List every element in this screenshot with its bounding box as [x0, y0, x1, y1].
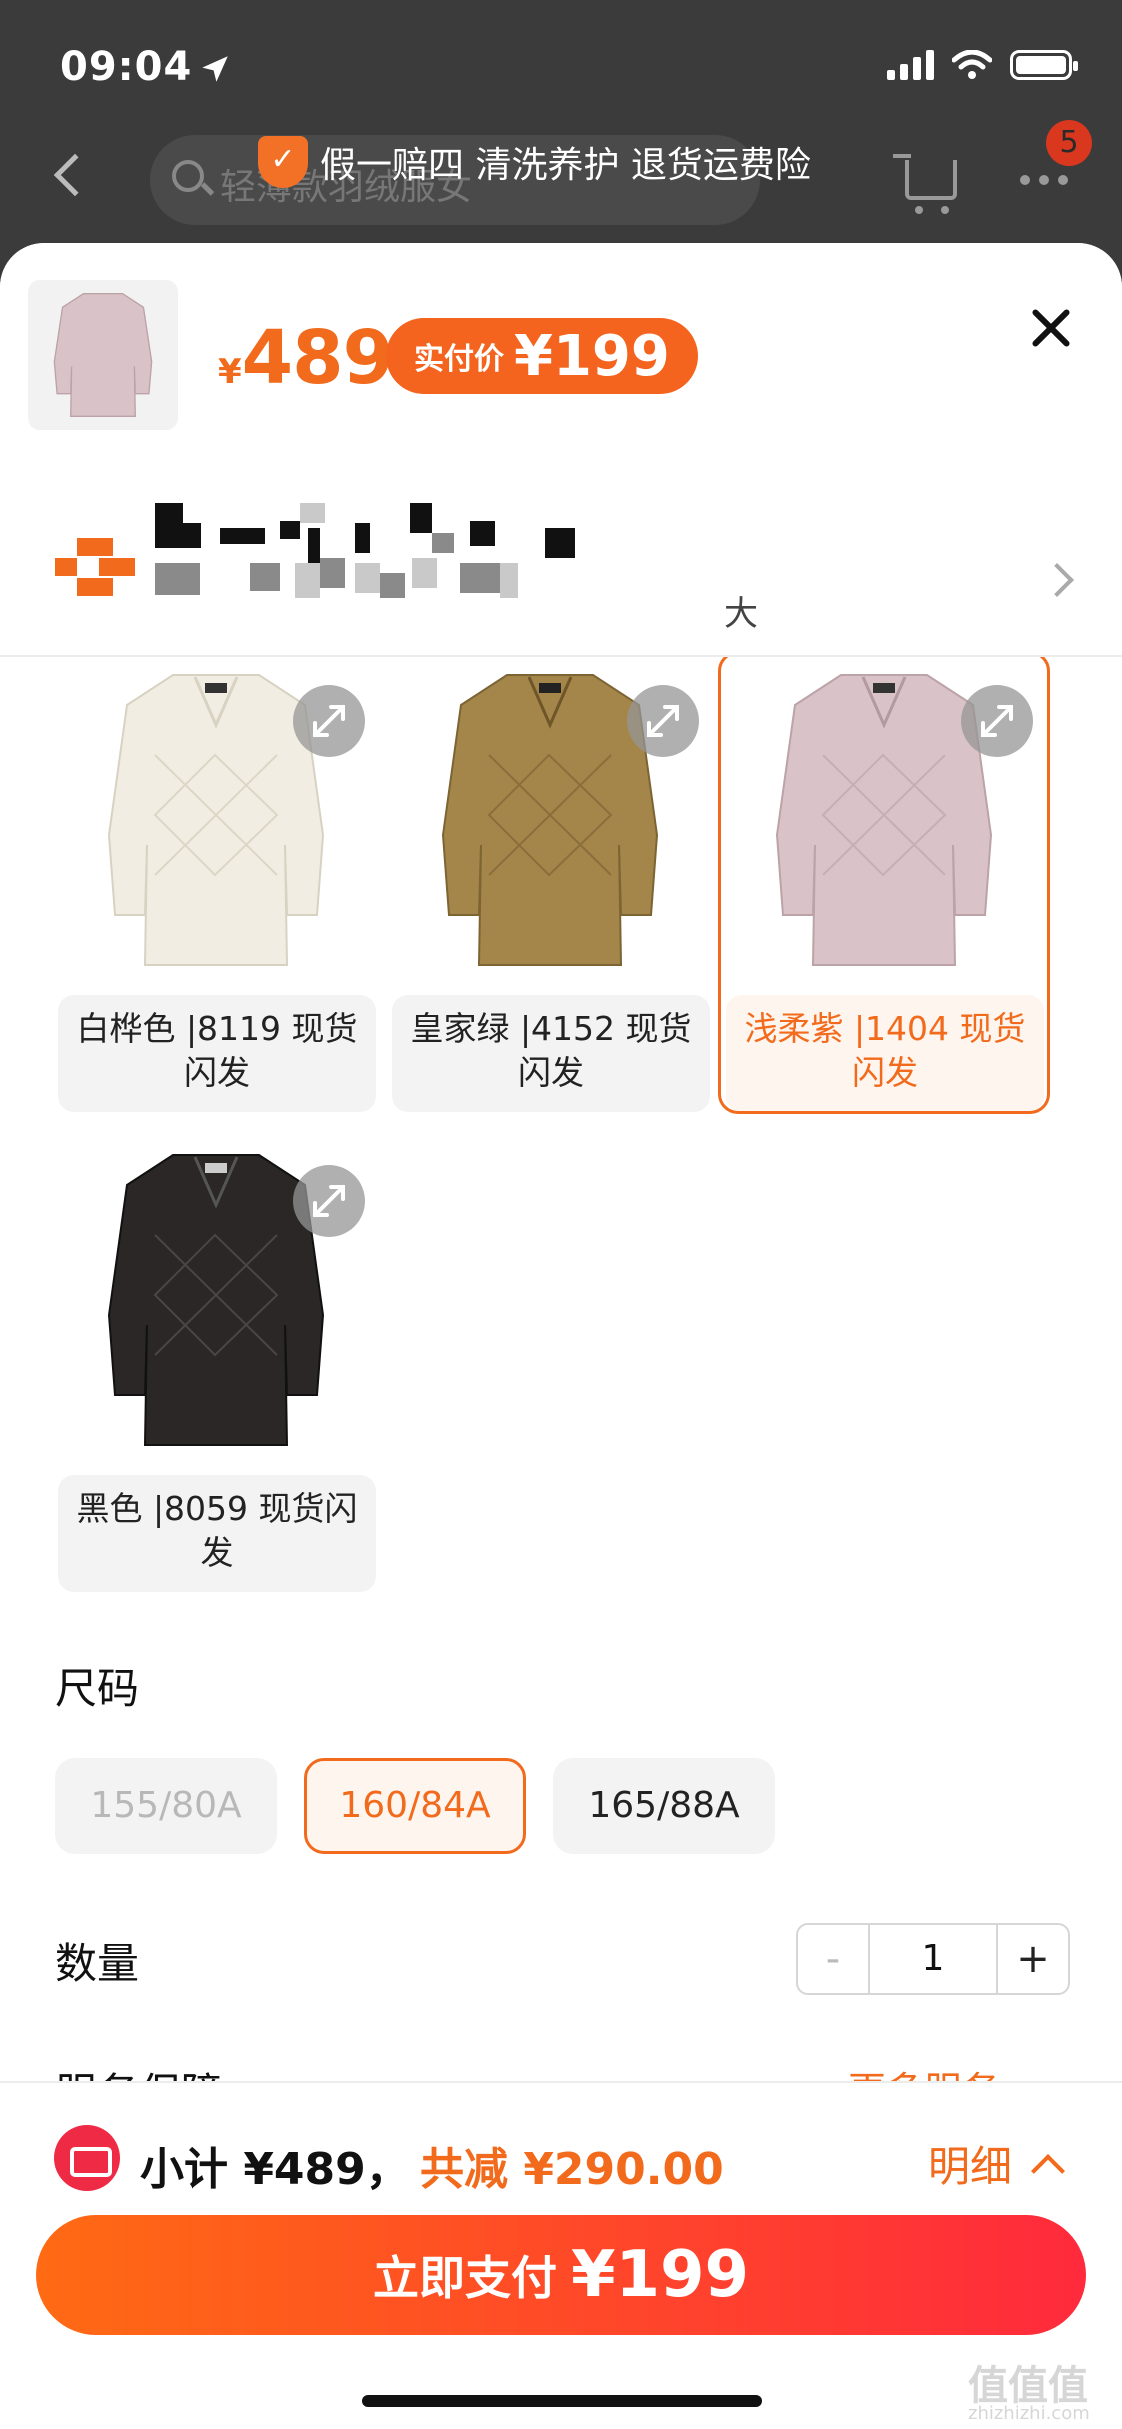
battery-icon — [1010, 50, 1078, 80]
search-icon — [172, 160, 204, 192]
shop-logo-icon — [55, 538, 135, 596]
home-indicator[interactable] — [362, 2395, 762, 2407]
status-icons — [887, 50, 1078, 80]
cart-icon[interactable] — [893, 154, 957, 214]
size-option[interactable]: 165/88A — [553, 1758, 775, 1854]
chevron-right-icon — [1040, 563, 1074, 597]
variant-label: 白桦色 |8119 现货闪发 — [58, 995, 376, 1112]
shop-name-trailing-char: 大 — [724, 594, 758, 634]
price-detail-toggle[interactable]: 明细 — [928, 2133, 1012, 2194]
pay-now-button[interactable]: 立即支付 ¥199 — [36, 2215, 1086, 2335]
variant-label: 黑色 |8059 现货闪发 — [58, 1475, 376, 1592]
real-price-label: 实付价 — [414, 342, 504, 377]
variant-card[interactable]: 白桦色 |8119 现货闪发 — [55, 665, 377, 1117]
variant-label: 皇家绿 |4152 现货闪发 — [392, 995, 710, 1112]
location-arrow-icon — [202, 56, 228, 82]
sheet-header: ¥489 实付价 ¥199 大 — [0, 243, 1122, 657]
wifi-icon — [952, 50, 992, 79]
discount-text: 共减 ¥290.00 — [420, 2144, 724, 2195]
size-option-selected[interactable]: 160/84A — [304, 1758, 526, 1854]
increase-button[interactable]: + — [998, 1925, 1068, 1993]
subtotal-text: 小计 ¥489， — [140, 2144, 410, 2195]
notification-badge: 5 — [1046, 120, 1092, 166]
sku-selection-sheet: 白桦色 |8119 现货闪发 皇家绿 |4152 现货闪发 浅柔紫 |1404 … — [0, 243, 1122, 2429]
cellular-signal-icon — [887, 50, 934, 80]
pixelated-shop-name — [150, 503, 650, 633]
variant-card[interactable]: 皇家绿 |4152 现货闪发 — [389, 665, 711, 1117]
price-currency: ¥ — [218, 352, 242, 392]
product-thumbnail[interactable] — [28, 280, 178, 430]
variant-card-selected[interactable]: 浅柔紫 |1404 现货闪发 — [718, 651, 1050, 1117]
pay-currency: ¥ — [570, 2238, 616, 2312]
back-icon[interactable] — [53, 153, 97, 197]
quantity-stepper: - 1 + — [796, 1923, 1070, 1995]
variant-label: 浅柔紫 |1404 现货闪发 — [726, 995, 1044, 1112]
close-icon[interactable] — [1026, 303, 1076, 353]
coupon-icon — [54, 2125, 120, 2191]
expand-icon[interactable] — [293, 1165, 365, 1237]
real-price-pill: 实付价 ¥199 — [386, 318, 698, 394]
quantity-title: 数量 — [55, 1939, 140, 1988]
shield-check-icon — [258, 136, 308, 188]
quantity-value[interactable]: 1 — [868, 1925, 998, 1993]
size-title: 尺码 — [55, 1664, 140, 1713]
watermark-url: zhizhizhi.com — [968, 2403, 1090, 2424]
variant-card[interactable]: 黑色 |8059 现货闪发 — [55, 1145, 377, 1597]
expand-icon[interactable] — [293, 685, 365, 757]
status-time: 09:04 — [60, 44, 193, 90]
chevron-up-icon[interactable] — [1031, 2154, 1065, 2188]
decrease-button[interactable]: - — [798, 1925, 868, 1993]
real-price-amount: 199 — [552, 323, 670, 389]
guarantee-text: 假一赔四 清洗养护 退货运费险 — [320, 145, 811, 186]
shop-row[interactable]: 大 — [0, 468, 1122, 638]
pay-label: 立即支付 — [372, 2251, 557, 2305]
expand-icon[interactable] — [961, 685, 1033, 757]
guarantee-banner: 假一赔四 清洗养护 退货运费险 — [258, 136, 811, 188]
pay-amount: 199 — [615, 2238, 750, 2312]
more-icon[interactable] — [1020, 175, 1068, 185]
size-option-disabled[interactable]: 155/80A — [55, 1758, 277, 1854]
bottom-action-bar: 小计 ¥489， 共减 ¥290.00 明细 立即支付 ¥199 值值值 zhi… — [0, 2081, 1122, 2429]
original-price: ¥489 — [218, 315, 394, 401]
background-page: 09:04 轻薄款羽绒服女 假一赔四 清洗养护 退货运费险 5 — [0, 0, 1122, 260]
real-price-currency: ¥ — [514, 323, 553, 389]
price-amount: 489 — [241, 315, 394, 401]
expand-icon[interactable] — [627, 685, 699, 757]
